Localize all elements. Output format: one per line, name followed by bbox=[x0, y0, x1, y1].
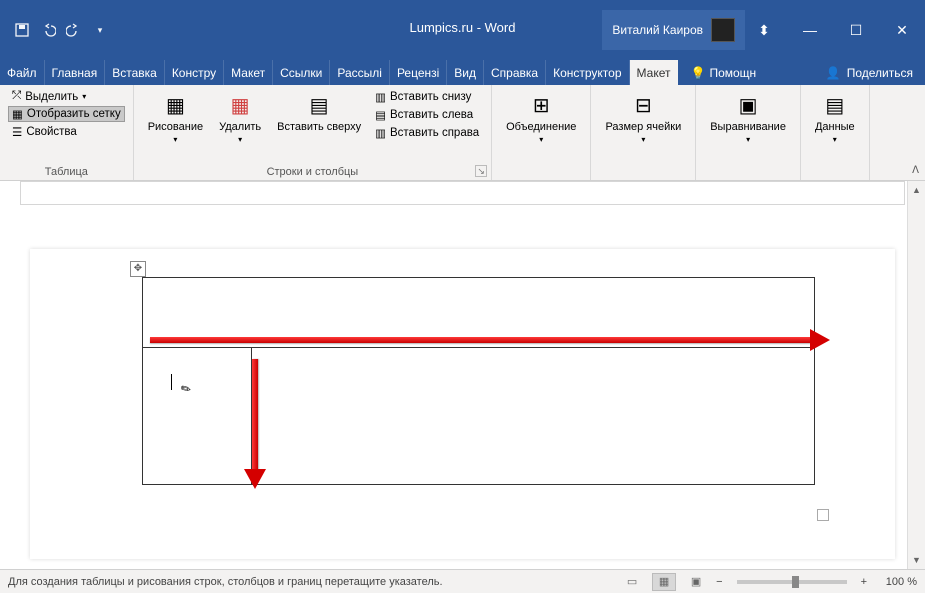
tab-layout[interactable]: Макет bbox=[224, 60, 273, 85]
grid-icon: ▦ bbox=[12, 107, 23, 121]
chevron-down-icon: ▾ bbox=[238, 135, 242, 144]
insert-left-button[interactable]: ▤Вставить слева bbox=[371, 107, 483, 123]
insert-below-button[interactable]: ▥Вставить снизу bbox=[371, 89, 483, 105]
tab-file[interactable]: Файл bbox=[0, 60, 45, 85]
insert-above-icon: ▤ bbox=[305, 91, 333, 119]
tab-table-design[interactable]: Конструктор bbox=[546, 60, 629, 85]
delete-icon: ▦ bbox=[226, 91, 254, 119]
title-bar: ▾ Lumpics.ru - Word Виталий Каиров ⬍ — ☐… bbox=[0, 0, 925, 60]
draw-table-icon: ▦ bbox=[161, 91, 189, 119]
share-button[interactable]: 👤Поделиться bbox=[814, 60, 925, 85]
group-table: ⤱Выделить▾ ▦Отобразить сетку ☰Свойства Т… bbox=[0, 85, 134, 180]
lightbulb-icon: 💡 bbox=[690, 66, 705, 80]
page-top-shadow bbox=[20, 181, 905, 205]
data-icon: ▤ bbox=[821, 91, 849, 119]
scroll-up-icon[interactable]: ▲ bbox=[908, 181, 925, 199]
quick-access-toolbar: ▾ bbox=[0, 22, 122, 38]
chevron-down-icon: ▾ bbox=[641, 135, 645, 144]
undo-icon[interactable] bbox=[40, 22, 56, 38]
maximize-button[interactable]: ☐ bbox=[833, 0, 879, 60]
annotation-arrow-right bbox=[150, 335, 830, 345]
autosave-icon[interactable] bbox=[14, 22, 30, 38]
tab-review[interactable]: Рецензі bbox=[390, 60, 447, 85]
data-button[interactable]: ▤Данные▾ bbox=[809, 89, 861, 146]
cell-size-icon: ⊟ bbox=[629, 91, 657, 119]
chevron-down-icon: ▾ bbox=[539, 135, 543, 144]
insert-right-button[interactable]: ▥Вставить справа bbox=[371, 125, 483, 141]
tab-table-layout[interactable]: Макет bbox=[630, 60, 679, 85]
annotation-arrow-down bbox=[250, 359, 260, 489]
zoom-in-button[interactable]: + bbox=[861, 576, 867, 588]
properties-icon: ☰ bbox=[12, 125, 22, 139]
table-resize-handle[interactable] bbox=[817, 509, 829, 521]
tab-insert[interactable]: Вставка bbox=[105, 60, 165, 85]
zoom-slider[interactable] bbox=[737, 580, 847, 584]
alignment-button[interactable]: ▣Выравнивание▾ bbox=[704, 89, 792, 146]
insert-above-button[interactable]: ▤Вставить сверху bbox=[271, 89, 367, 135]
properties-button[interactable]: ☰Свойства bbox=[8, 124, 125, 140]
zoom-level[interactable]: 100 % bbox=[875, 576, 917, 588]
delete-button[interactable]: ▦Удалить▾ bbox=[213, 89, 267, 146]
tab-design[interactable]: Констру bbox=[165, 60, 224, 85]
zoom-out-button[interactable]: − bbox=[716, 576, 722, 588]
group-label: Таблица bbox=[8, 164, 125, 178]
scroll-down-icon[interactable]: ▼ bbox=[908, 551, 925, 569]
chevron-down-icon: ▾ bbox=[173, 135, 177, 144]
user-badge[interactable]: Виталий Каиров bbox=[602, 10, 745, 50]
insert-right-icon: ▥ bbox=[375, 126, 386, 140]
status-message: Для создания таблицы и рисования строк, … bbox=[8, 576, 443, 588]
close-button[interactable]: ✕ bbox=[879, 0, 925, 60]
minimize-button[interactable]: — bbox=[787, 0, 833, 60]
collapse-ribbon-icon[interactable]: ᐱ bbox=[912, 165, 919, 176]
tab-references[interactable]: Ссылки bbox=[273, 60, 330, 85]
web-layout-icon[interactable]: ▣ bbox=[684, 573, 708, 591]
tab-home[interactable]: Главная bbox=[45, 60, 106, 85]
dialog-launcher-icon[interactable]: ↘ bbox=[475, 165, 487, 177]
share-icon: 👤 bbox=[826, 66, 841, 80]
group-merge: ⊞Объединение▾ bbox=[492, 85, 591, 180]
group-rows-columns: ▦Рисование▾ ▦Удалить▾ ▤Вставить сверху ▥… bbox=[134, 85, 492, 180]
insert-below-icon: ▥ bbox=[375, 90, 386, 104]
cell-size-button[interactable]: ⊟Размер ячейки▾ bbox=[599, 89, 687, 146]
tell-me[interactable]: 💡Помощн bbox=[682, 60, 764, 85]
vertical-scrollbar[interactable]: ▲ ▼ bbox=[907, 181, 925, 569]
document-area: ✥ ✎ ▲ ▼ bbox=[0, 181, 925, 569]
qat-customize-icon[interactable]: ▾ bbox=[92, 22, 108, 38]
zoom-thumb[interactable] bbox=[792, 576, 799, 588]
user-name: Виталий Каиров bbox=[612, 23, 703, 37]
select-button[interactable]: ⤱Выделить▾ bbox=[8, 89, 125, 104]
redo-icon[interactable] bbox=[66, 22, 82, 38]
tab-help[interactable]: Справка bbox=[484, 60, 546, 85]
group-cell-size: ⊟Размер ячейки▾ bbox=[591, 85, 696, 180]
table-move-handle-icon[interactable]: ✥ bbox=[130, 261, 146, 277]
pencil-cursor-icon: ✎ bbox=[178, 380, 194, 397]
text-cursor bbox=[171, 374, 172, 390]
group-label: Строки и столбцы bbox=[142, 164, 483, 178]
merge-icon: ⊞ bbox=[527, 91, 555, 119]
group-data: ▤Данные▾ bbox=[801, 85, 870, 180]
tab-mailings[interactable]: Рассылі bbox=[330, 60, 390, 85]
draw-table-button[interactable]: ▦Рисование▾ bbox=[142, 89, 209, 146]
tab-view[interactable]: Вид bbox=[447, 60, 484, 85]
group-alignment: ▣Выравнивание▾ bbox=[696, 85, 801, 180]
drawn-table[interactable]: ✎ bbox=[142, 277, 815, 485]
merge-button[interactable]: ⊞Объединение▾ bbox=[500, 89, 582, 146]
chevron-down-icon: ▾ bbox=[833, 135, 837, 144]
avatar-icon bbox=[711, 18, 735, 42]
table-row[interactable]: ✎ bbox=[143, 348, 814, 484]
ribbon-options-icon[interactable]: ⬍ bbox=[741, 0, 787, 60]
print-layout-icon[interactable]: ▦ bbox=[652, 573, 676, 591]
read-mode-icon[interactable]: ▭ bbox=[620, 573, 644, 591]
ribbon: ⤱Выделить▾ ▦Отобразить сетку ☰Свойства Т… bbox=[0, 85, 925, 181]
cursor-icon: ⤱ bbox=[12, 90, 21, 103]
status-bar: Для создания таблицы и рисования строк, … bbox=[0, 569, 925, 593]
insert-left-icon: ▤ bbox=[375, 108, 386, 122]
alignment-icon: ▣ bbox=[734, 91, 762, 119]
window-controls: ⬍ — ☐ ✕ bbox=[741, 0, 925, 60]
ribbon-tabs: Файл Главная Вставка Констру Макет Ссылк… bbox=[0, 60, 925, 85]
chevron-down-icon: ▾ bbox=[746, 135, 750, 144]
view-gridlines-button[interactable]: ▦Отобразить сетку bbox=[8, 106, 125, 122]
chevron-down-icon: ▾ bbox=[82, 92, 86, 101]
